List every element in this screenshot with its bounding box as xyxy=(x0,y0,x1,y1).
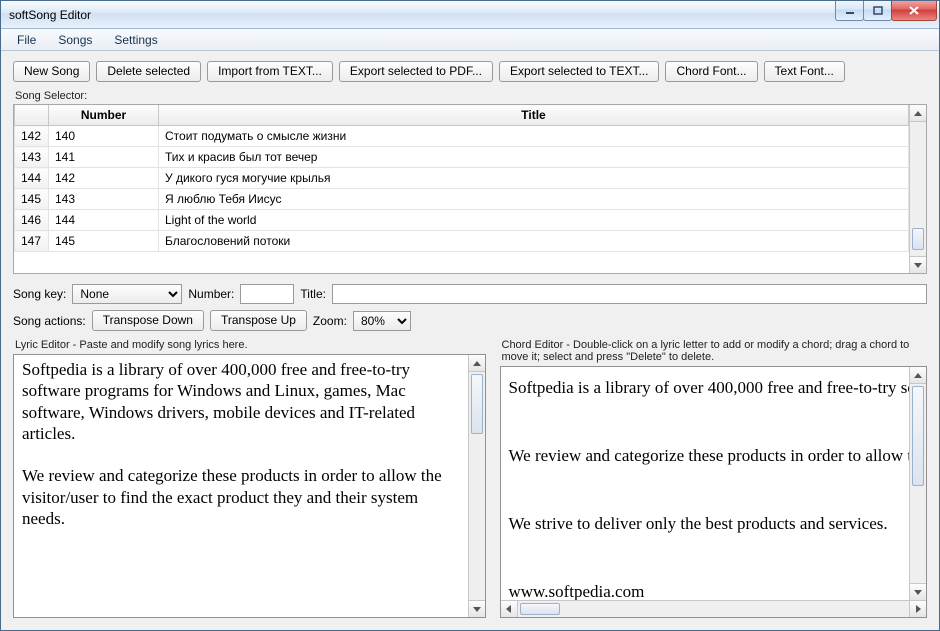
window-title: softSong Editor xyxy=(9,8,836,22)
scroll-thumb[interactable] xyxy=(912,228,924,250)
transpose-up-button[interactable]: Transpose Up xyxy=(210,310,307,331)
title-label: Title: xyxy=(300,287,326,301)
scroll-thumb-h[interactable] xyxy=(520,603,560,615)
number-input[interactable] xyxy=(240,284,294,304)
cell-title: Благословений потоки xyxy=(159,231,909,252)
cell-title: Я люблю Тебя Иисус xyxy=(159,189,909,210)
close-button[interactable] xyxy=(891,1,937,21)
song-actions-row: Song actions: Transpose Down Transpose U… xyxy=(13,310,927,331)
cell-number: 142 xyxy=(49,168,159,189)
table-row[interactable]: 146144Light of the world xyxy=(15,210,909,231)
delete-selected-button[interactable]: Delete selected xyxy=(96,61,201,82)
col-title[interactable]: Title xyxy=(159,105,909,126)
transpose-down-button[interactable]: Transpose Down xyxy=(92,310,204,331)
scroll-up-icon[interactable] xyxy=(910,105,926,122)
app-window: softSong Editor File Songs Settings New … xyxy=(0,0,940,631)
cell-title: У дикого гуся могучие крылья xyxy=(159,168,909,189)
titlebar[interactable]: softSong Editor xyxy=(1,1,939,29)
text-font-button[interactable]: Text Font... xyxy=(764,61,845,82)
chord-editor-column: Chord Editor - Double-click on a lyric l… xyxy=(500,339,928,618)
song-selector-label: Song Selector: xyxy=(15,90,927,102)
scroll-thumb[interactable] xyxy=(912,386,924,486)
maximize-button[interactable] xyxy=(863,1,892,21)
cell-number: 140 xyxy=(49,126,159,147)
menu-settings[interactable]: Settings xyxy=(104,31,167,49)
table-row[interactable]: 142140Стоит подумать о смысле жизни xyxy=(15,126,909,147)
table-row[interactable]: 143141Тих и красив был тот вечер xyxy=(15,147,909,168)
lyric-editor-label: Lyric Editor - Paste and modify song lyr… xyxy=(15,339,486,351)
toolbar: New Song Delete selected Import from TEX… xyxy=(13,61,927,82)
lyric-editor[interactable]: Softpedia is a library of over 400,000 f… xyxy=(14,355,468,617)
col-idx[interactable] xyxy=(15,105,49,126)
cell-idx: 144 xyxy=(15,168,49,189)
cell-number: 141 xyxy=(49,147,159,168)
menu-file[interactable]: File xyxy=(7,31,46,49)
table-row[interactable]: 145143Я люблю Тебя Иисус xyxy=(15,189,909,210)
lyric-editor-box: Softpedia is a library of over 400,000 f… xyxy=(13,354,486,618)
table-row[interactable]: 147145Благословений потоки xyxy=(15,231,909,252)
export-pdf-button[interactable]: Export selected to PDF... xyxy=(339,61,493,82)
number-label: Number: xyxy=(188,287,234,301)
lyric-scrollbar[interactable] xyxy=(468,355,485,617)
chord-editor-label: Chord Editor - Double-click on a lyric l… xyxy=(502,339,928,363)
chord-font-button[interactable]: Chord Font... xyxy=(665,61,757,82)
cell-title: Стоит подумать о смысле жизни xyxy=(159,126,909,147)
title-input[interactable] xyxy=(332,284,927,304)
song-key-label: Song key: xyxy=(13,287,66,301)
cell-number: 145 xyxy=(49,231,159,252)
scroll-down-icon[interactable] xyxy=(469,600,485,617)
lyric-editor-column: Lyric Editor - Paste and modify song lyr… xyxy=(13,339,486,618)
new-song-button[interactable]: New Song xyxy=(13,61,90,82)
client-area: New Song Delete selected Import from TEX… xyxy=(1,51,939,630)
table-header-row: Number Title xyxy=(15,105,909,126)
export-text-button[interactable]: Export selected to TEXT... xyxy=(499,61,660,82)
scroll-down-icon[interactable] xyxy=(910,583,926,600)
key-number-title-row: Song key: None Number: Title: xyxy=(13,284,927,304)
col-number[interactable]: Number xyxy=(49,105,159,126)
cell-idx: 143 xyxy=(15,147,49,168)
song-key-select[interactable]: None xyxy=(72,284,182,304)
zoom-select[interactable]: 80% xyxy=(353,311,411,331)
table-scrollbar[interactable] xyxy=(909,105,926,273)
cell-number: 143 xyxy=(49,189,159,210)
scroll-down-icon[interactable] xyxy=(910,256,926,273)
cell-title: Тих и красив был тот вечер xyxy=(159,147,909,168)
import-text-button[interactable]: Import from TEXT... xyxy=(207,61,333,82)
scroll-up-icon[interactable] xyxy=(469,355,485,372)
song-selector-table: Number Title 142140Стоит подумать о смыс… xyxy=(13,104,927,274)
scroll-up-icon[interactable] xyxy=(910,367,926,384)
cell-title: Light of the world xyxy=(159,210,909,231)
scroll-left-icon[interactable] xyxy=(501,601,518,617)
window-buttons xyxy=(836,1,937,22)
menu-songs[interactable]: Songs xyxy=(48,31,102,49)
cell-idx: 146 xyxy=(15,210,49,231)
scroll-thumb[interactable] xyxy=(471,374,483,434)
zoom-label: Zoom: xyxy=(313,314,347,328)
cell-number: 144 xyxy=(49,210,159,231)
table-row[interactable]: 144142У дикого гуся могучие крылья xyxy=(15,168,909,189)
menubar: File Songs Settings xyxy=(1,29,939,51)
chord-editor[interactable]: Softpedia is a library of over 400,000 f… xyxy=(501,367,910,600)
chord-scrollbar-h[interactable] xyxy=(501,600,927,617)
chord-editor-box: Softpedia is a library of over 400,000 f… xyxy=(500,366,928,618)
editors-row: Lyric Editor - Paste and modify song lyr… xyxy=(13,339,927,618)
chord-scrollbar-v[interactable] xyxy=(909,367,926,600)
scroll-right-icon[interactable] xyxy=(909,601,926,617)
song-actions-label: Song actions: xyxy=(13,314,86,328)
minimize-button[interactable] xyxy=(835,1,864,21)
cell-idx: 142 xyxy=(15,126,49,147)
cell-idx: 145 xyxy=(15,189,49,210)
cell-idx: 147 xyxy=(15,231,49,252)
